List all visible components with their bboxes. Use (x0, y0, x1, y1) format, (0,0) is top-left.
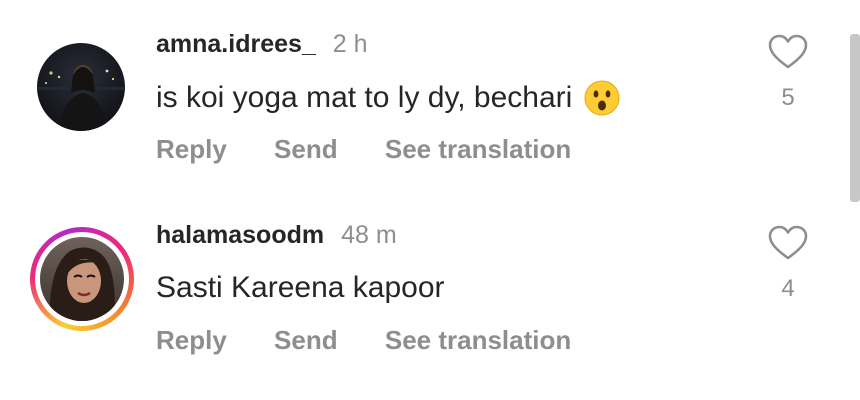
like-count: 5 (781, 84, 795, 111)
avatar-button[interactable] (30, 36, 134, 140)
like-group: 5 (766, 34, 810, 112)
username-link[interactable]: halamasoodm (156, 221, 324, 249)
comment-time: 2 h (332, 30, 368, 58)
comment-header: halamasoodm 48 m (156, 221, 397, 250)
see-translation-button[interactable]: See translation (385, 134, 571, 164)
send-button[interactable]: Send (274, 134, 338, 164)
avatar (37, 43, 125, 131)
see-translation-button[interactable]: See translation (385, 325, 571, 355)
comment-header: amna.idrees_ 2 h (156, 30, 368, 59)
comment-text-content: Sasti Kareena kapoor (156, 271, 445, 304)
heart-outline-icon[interactable] (768, 225, 808, 261)
comment-item: halamasoodm 48 m Sasti Kareena kapoor Re… (0, 205, 860, 380)
scrollbar[interactable] (850, 34, 860, 202)
comments-screen: amna.idrees_ 2 h is koi yoga mat to ly d… (0, 0, 860, 400)
avatar (40, 237, 124, 321)
heart-outline-icon[interactable] (768, 34, 808, 70)
reply-button[interactable]: Reply (156, 325, 227, 355)
comment-time: 48 m (341, 221, 397, 249)
comment-text-content: is koi yoga mat to ly dy, bechari (156, 81, 573, 114)
comment-item: amna.idrees_ 2 h is koi yoga mat to ly d… (0, 14, 860, 189)
comment-text: Sasti Kareena kapoor (156, 271, 445, 305)
hushed-face-emoji-icon (584, 80, 620, 116)
send-button[interactable]: Send (274, 325, 338, 355)
like-count: 4 (781, 275, 795, 302)
comment-actions: Reply Send See translation (156, 325, 611, 356)
username-link[interactable]: amna.idrees_ (156, 30, 316, 58)
comment-text: is koi yoga mat to ly dy, bechari (156, 80, 620, 116)
reply-button[interactable]: Reply (156, 134, 227, 164)
avatar-button[interactable] (30, 227, 134, 331)
like-group: 4 (766, 225, 810, 303)
comment-actions: Reply Send See translation (156, 134, 611, 165)
